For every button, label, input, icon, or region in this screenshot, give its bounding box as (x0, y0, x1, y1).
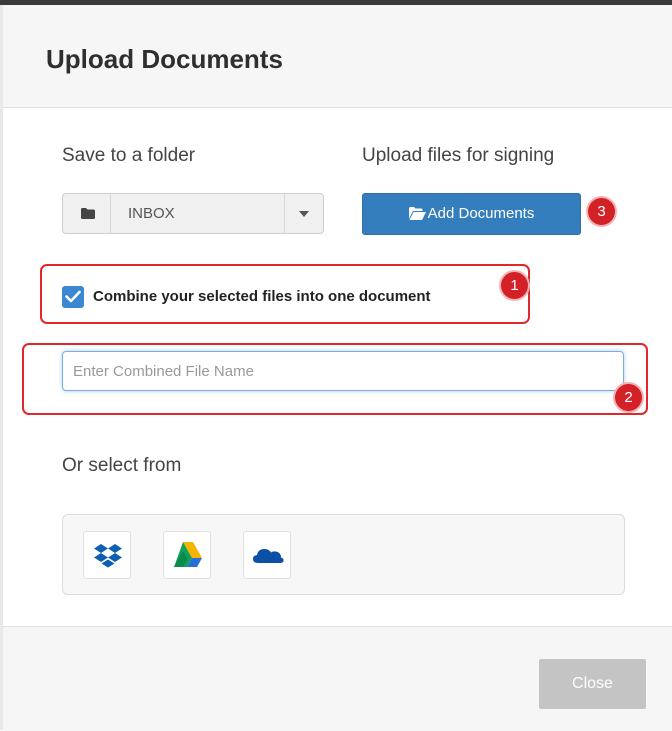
dropbox-icon (94, 544, 122, 568)
chevron-down-icon[interactable] (284, 194, 323, 233)
dialog-header: Upload Documents (3, 5, 672, 108)
add-documents-button[interactable]: Add Documents (362, 193, 581, 235)
dialog-title: Upload Documents (46, 44, 283, 74)
dropbox-button[interactable] (83, 531, 131, 579)
folder-open-icon (408, 207, 426, 220)
callout-badge-3: 3 (588, 198, 615, 225)
checkmark-icon (65, 290, 81, 303)
dialog-footer: Close (3, 626, 672, 731)
close-button[interactable]: Close (539, 659, 646, 709)
window-left-edge (0, 5, 3, 730)
google-drive-icon (174, 542, 202, 567)
callout-badge-1: 1 (501, 272, 528, 299)
folder-select-value: INBOX (128, 205, 175, 222)
combine-checkbox-label[interactable]: Combine your selected files into one doc… (93, 288, 431, 305)
onedrive-icon (253, 549, 284, 563)
select-from-label: Or select from (62, 455, 182, 476)
combined-file-name-input[interactable] (62, 351, 624, 391)
save-folder-label: Save to a folder (62, 145, 196, 166)
folder-select[interactable]: INBOX (62, 193, 324, 234)
google-drive-button[interactable] (163, 531, 211, 579)
add-documents-label: Add Documents (427, 205, 535, 222)
cloud-source-panel (62, 514, 625, 595)
onedrive-button[interactable] (243, 531, 291, 579)
folder-icon (63, 194, 111, 233)
callout-badge-2: 2 (615, 384, 642, 411)
upload-files-label: Upload files for signing (362, 145, 555, 166)
combine-checkbox[interactable] (62, 286, 84, 308)
